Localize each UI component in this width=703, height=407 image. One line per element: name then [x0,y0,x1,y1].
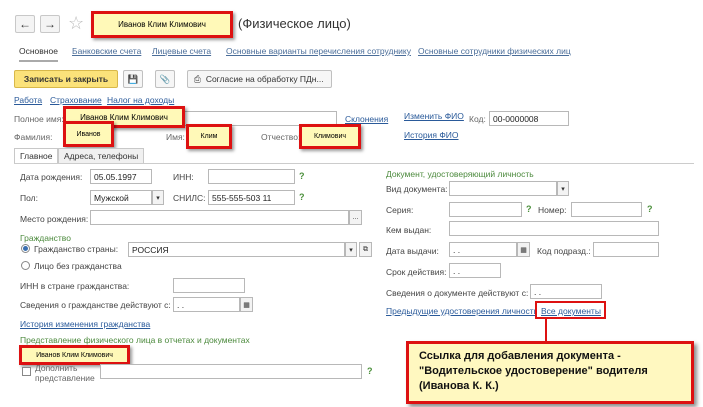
inner-tab-main[interactable]: Главное [14,148,59,163]
inn-help-icon[interactable]: ? [299,171,305,181]
series-field[interactable] [449,202,522,217]
forward-button[interactable]: → [40,15,60,33]
all-docs-link[interactable]: Все документы [541,306,601,316]
consent-button[interactable]: ⎙ Согласие на обработку ПДн... [187,70,332,88]
lastname-field[interactable]: Иванов [63,121,114,147]
citizen-country-field[interactable]: РОССИЯ [128,242,345,257]
gender-dropdown-icon[interactable]: ▾ [152,190,164,205]
calendar-icon[interactable]: ▦ [240,297,253,312]
stateless-label: Лицо без гражданства [34,261,122,271]
change-fio-link[interactable]: Изменить ФИО [404,111,464,121]
callout-box: Ссылка для добавления документа - "Водит… [406,341,694,404]
tab-divider [14,163,694,164]
page-title: (Физическое лицо) [238,16,351,31]
number-field[interactable] [571,202,642,217]
tab-payment-options[interactable]: Основные варианты перечисления сотрудник… [226,46,411,56]
issue-date-calendar-icon[interactable]: ▦ [517,242,530,257]
foreign-inn-label: ИНН в стране гражданства: [20,281,130,291]
issue-date-field[interactable]: . . [449,242,517,257]
arrow-right-icon: → [44,17,56,31]
supplement-field[interactable] [100,364,362,379]
inn-field[interactable] [208,169,295,184]
inn-label: ИНН: [173,172,194,182]
supplement-label: Дополнить представление [35,363,95,383]
save-close-button[interactable]: Записать и закрыть [14,70,118,88]
country-open-icon[interactable]: ⧉ [359,242,372,257]
star-icon[interactable]: ☆ [68,14,84,32]
fio-history-link[interactable]: История ФИО [404,130,459,140]
validity-label: Срок действия: [386,267,447,277]
series-help-icon[interactable]: ? [526,204,532,214]
name-highlight: Иванов Клим Климович [91,11,233,38]
citizenship-from-label: Сведения о гражданстве действуют с: [20,300,171,310]
patronymic-label: Отчество: [261,132,301,142]
printer-icon: ⎙ [194,73,201,84]
prev-docs-link[interactable]: Предыдущие удостоверения личности [386,306,538,316]
validity-field[interactable]: . . [449,263,501,278]
citizen-country-label: Гражданство страны: [34,244,119,254]
birthplace-field[interactable] [90,210,349,225]
doc-from-label: Сведения о документе действуют с: [386,288,529,298]
country-dropdown-icon[interactable]: ▾ [345,242,357,257]
code-field[interactable]: 00-0000008 [489,111,569,126]
snils-field[interactable]: 555-555-503 11 [208,190,295,205]
arrow-left-icon: ← [19,17,31,31]
declensions-link[interactable]: Склонения [345,114,388,124]
foreign-inn-field[interactable] [173,278,245,293]
birthplace-label: Место рождения: [20,214,89,224]
tab-bank-accounts[interactable]: Банковские счета [72,46,141,56]
number-label: Номер: [538,205,567,215]
representation-field[interactable]: Иванов Клим Климович [19,345,130,365]
lastname-label: Фамилия: [14,132,53,142]
birth-date-field[interactable]: 05.05.1997 [90,169,152,184]
floppy-disk-icon: 💾 [127,73,139,84]
birthplace-select-icon[interactable]: ... [349,210,362,225]
doc-header: Документ, удостоверяющий личность [386,169,534,179]
callout-pointer [545,318,547,343]
dept-code-label: Код подразд.: [537,246,591,256]
supplement-checkbox[interactable] [22,367,31,376]
consent-button-label: Согласие на обработку ПДн... [205,74,324,84]
back-button[interactable]: ← [15,15,35,33]
gender-label: Пол: [20,193,38,203]
paperclip-icon: 📎 [159,73,171,84]
code-label: Код: [469,114,486,124]
snils-label: СНИЛС: [173,193,206,203]
tab-personal-accounts[interactable]: Лицевые счета [152,46,211,56]
issued-by-field[interactable] [449,221,659,236]
citizen-country-radio[interactable] [21,244,30,255]
firstname-label: Имя: [166,132,185,142]
issued-by-label: Кем выдан: [386,225,432,235]
doc-from-field[interactable]: . . [530,284,602,299]
citizenship-history-link[interactable]: История изменения гражданства [20,319,150,329]
number-help-icon[interactable]: ? [647,204,653,214]
tab-main-employees[interactable]: Основные сотрудники физических лиц [418,46,571,56]
income-tax-link[interactable]: Налог на доходы [107,95,174,105]
save-button[interactable]: 💾 [123,70,143,88]
snils-help-icon[interactable]: ? [299,192,305,202]
work-link[interactable]: Работа [14,95,42,105]
inner-tab-addresses[interactable]: Адреса, телефоны [58,148,145,163]
representation-header: Представление физического лица в отчетах… [20,335,250,345]
full-name-label: Полное имя: [14,114,64,124]
series-label: Серия: [386,205,414,215]
issue-date-label: Дата выдачи: [386,246,439,256]
stateless-radio[interactable] [21,261,30,272]
patronymic-field[interactable]: Климович [299,124,361,149]
supplement-help-icon[interactable]: ? [367,366,373,376]
insurance-link[interactable]: Страхование [50,95,102,105]
doc-type-label: Вид документа: [386,184,448,194]
citizenship-header: Гражданство [20,233,71,243]
gender-select[interactable]: Мужской [90,190,152,205]
birth-date-label: Дата рождения: [20,172,83,182]
doc-type-dropdown-icon[interactable]: ▾ [557,181,569,196]
doc-type-select[interactable] [449,181,557,196]
firstname-field[interactable]: Клим [186,124,232,149]
attach-button[interactable]: 📎 [155,70,175,88]
tab-main[interactable]: Основное [19,46,58,62]
dept-code-field[interactable] [593,242,659,257]
citizenship-from-field[interactable]: . . [173,297,240,312]
